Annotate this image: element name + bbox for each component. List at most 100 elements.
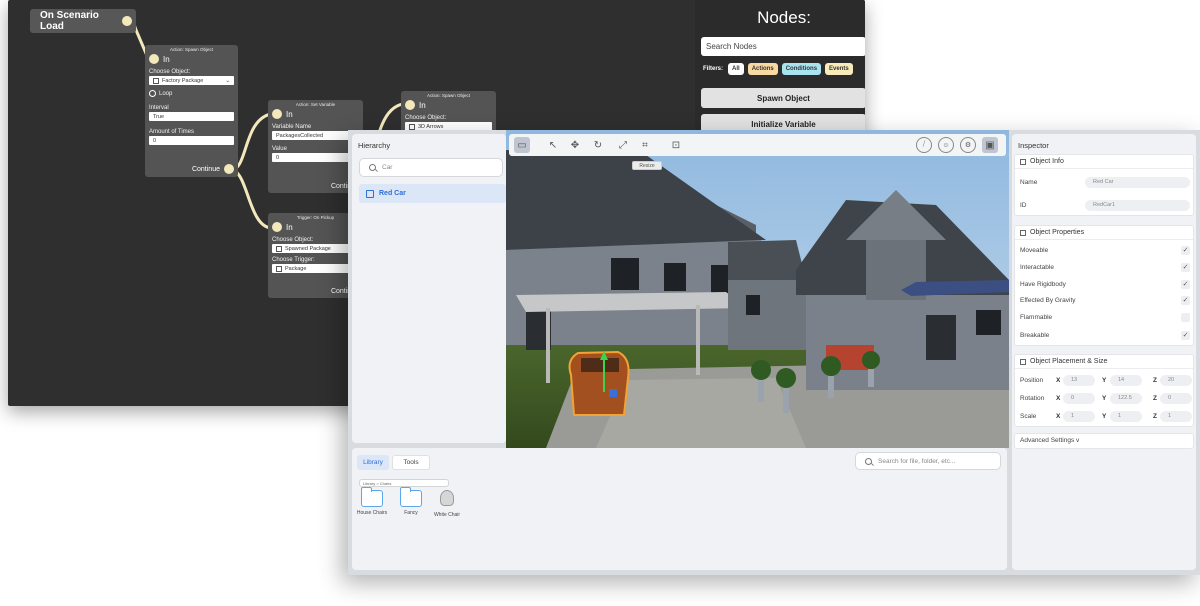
vr-view-icon[interactable]: ▭: [514, 137, 530, 153]
scale-icon[interactable]: ⤢: [615, 137, 631, 153]
folder-icon: [400, 487, 422, 507]
nodes-panel-title: Nodes:: [757, 8, 811, 27]
nodes-search-input[interactable]: Search Nodes: [701, 37, 865, 56]
scale-x-field[interactable]: 1: [1063, 411, 1095, 422]
object-value: Factory Package: [162, 77, 204, 84]
viewport-toolbar: ▭ ↖ ✥ ↻ ⤢ ⌗ ⊡ ⧸ ☺ ⚙ ▣: [509, 134, 1006, 156]
radio-icon: [149, 90, 156, 97]
object-dropdown[interactable]: Factory Package ⌄: [149, 76, 234, 85]
filter-bar: Filters: All Actions Conditions Events: [703, 63, 853, 75]
scale-z-field[interactable]: 1: [1160, 411, 1192, 422]
breakable-checkbox[interactable]: ✓: [1181, 331, 1190, 340]
rigidbody-checkbox[interactable]: ✓: [1181, 280, 1190, 289]
chair-thumbnail-icon: [440, 490, 454, 506]
name-field[interactable]: Red Car: [1085, 177, 1190, 188]
interval-input[interactable]: True: [149, 112, 234, 121]
property-label: Effected By Gravity: [1020, 297, 1076, 304]
filter-actions[interactable]: Actions: [747, 63, 778, 75]
rotation-z-field[interactable]: 0: [1160, 393, 1192, 404]
user-icon[interactable]: ☺: [938, 137, 954, 153]
axis-y-label: Y: [1102, 395, 1107, 402]
cube-icon: [409, 123, 415, 130]
property-label: Breakable: [1020, 332, 1050, 339]
hierarchy-search-value: Car: [382, 164, 393, 171]
move-icon[interactable]: ✥: [567, 137, 583, 153]
moveable-checkbox[interactable]: ✓: [1181, 246, 1190, 255]
scale-y-field[interactable]: 1: [1110, 411, 1142, 422]
axis-z-label: Z: [1153, 377, 1157, 384]
trigger-value: Package: [285, 265, 307, 272]
spawn-object-node[interactable]: Action: Spawn Object In Choose Object: F…: [145, 45, 238, 177]
position-x-field[interactable]: 13: [1063, 375, 1095, 386]
position-label: Position: [1020, 377, 1044, 384]
value-input[interactable]: 0: [272, 153, 359, 162]
save-icon[interactable]: ▣: [982, 137, 998, 153]
asset-house-chairs[interactable]: House Chairs: [350, 487, 394, 516]
axis-z-label: Z: [1153, 413, 1157, 420]
hierarchy-item-red-car[interactable]: Red Car: [359, 184, 506, 203]
asset-white-chair[interactable]: White Chair: [425, 490, 469, 518]
variable-name-input[interactable]: PackagesCollected: [272, 131, 359, 140]
select-cursor-icon[interactable]: ↖: [545, 137, 561, 153]
rotation-y-field[interactable]: 122.5: [1110, 393, 1142, 404]
rotate-icon[interactable]: ↻: [590, 137, 606, 153]
loop-toggle[interactable]: Loop: [145, 90, 238, 97]
resize-tooltip: Resize: [632, 161, 662, 170]
input-port[interactable]: [272, 222, 282, 232]
gear-icon[interactable]: ⚙: [960, 137, 976, 153]
gravity-checkbox[interactable]: ✓: [1181, 296, 1190, 305]
rect-transform-icon[interactable]: ⊡: [668, 137, 684, 153]
scene-editor-window: ▭ ↖ ✥ ↻ ⤢ ⌗ ⊡ ⧸ ☺ ⚙ ▣ Hierarchy Car Red …: [348, 130, 1200, 575]
output-port[interactable]: [224, 164, 234, 174]
flammable-checkbox[interactable]: [1181, 313, 1190, 322]
breadcrumb[interactable]: Library > Chairs: [359, 479, 449, 487]
trigger-dropdown[interactable]: Package: [272, 264, 359, 273]
continue-label: Continue: [191, 165, 220, 173]
input-port[interactable]: [405, 100, 415, 110]
position-y-field[interactable]: 14: [1110, 375, 1142, 386]
scene-render: [506, 130, 1009, 448]
id-label: ID: [1020, 202, 1027, 209]
tab-library[interactable]: Library: [357, 455, 389, 470]
scene-viewport[interactable]: [506, 130, 1009, 448]
rotation-x-field[interactable]: 0: [1063, 393, 1095, 404]
interactable-checkbox[interactable]: ✓: [1181, 263, 1190, 272]
axis-x-label: X: [1056, 395, 1061, 402]
filter-events[interactable]: Events: [825, 63, 853, 75]
in-label: In: [286, 222, 293, 232]
in-label: In: [286, 109, 293, 119]
filters-label: Filters:: [703, 66, 724, 72]
resize-icon[interactable]: ⌗: [637, 137, 653, 153]
cube-icon: [153, 77, 159, 84]
position-z-field[interactable]: 20: [1160, 375, 1192, 386]
interval-label: Interval: [149, 105, 169, 111]
object-dropdown[interactable]: Spawned Package: [272, 244, 359, 253]
continue-output[interactable]: Continue: [192, 164, 234, 174]
tab-tools[interactable]: Tools: [392, 455, 430, 470]
hierarchy-title: Hierarchy: [358, 141, 391, 150]
choose-object-label: Choose Object:: [149, 69, 191, 75]
axis-z-label: Z: [1153, 395, 1157, 402]
start-node-label: On Scenario Load: [40, 10, 99, 32]
library-search[interactable]: Search for file, folder, etc...: [855, 452, 1001, 470]
filter-all[interactable]: All: [728, 63, 744, 75]
filter-conditions[interactable]: Conditions: [781, 63, 822, 75]
folder-icon: [361, 487, 383, 507]
property-label: Have Rigidbody: [1020, 281, 1066, 288]
section-header: Object Info: [1030, 158, 1064, 165]
start-node[interactable]: On Scenario Load: [30, 9, 136, 33]
advanced-settings-toggle[interactable]: Advanced Settings v: [1014, 433, 1194, 449]
input-port[interactable]: [272, 109, 282, 119]
selected-car[interactable]: [568, 350, 630, 416]
hierarchy-search[interactable]: Car: [359, 158, 503, 177]
cube-icon: [366, 189, 374, 198]
code-icon[interactable]: ⧸: [916, 137, 932, 153]
axis-y-label: Y: [1102, 413, 1107, 420]
output-port[interactable]: [122, 16, 132, 26]
hierarchy-panel: Hierarchy Car Red Car: [352, 134, 506, 443]
id-field[interactable]: RedCar1: [1085, 200, 1190, 211]
amount-input[interactable]: 0: [149, 136, 234, 145]
property-label: Interactable: [1020, 264, 1054, 271]
input-port[interactable]: [149, 54, 159, 64]
spawn-object-button[interactable]: Spawn Object: [701, 88, 865, 108]
